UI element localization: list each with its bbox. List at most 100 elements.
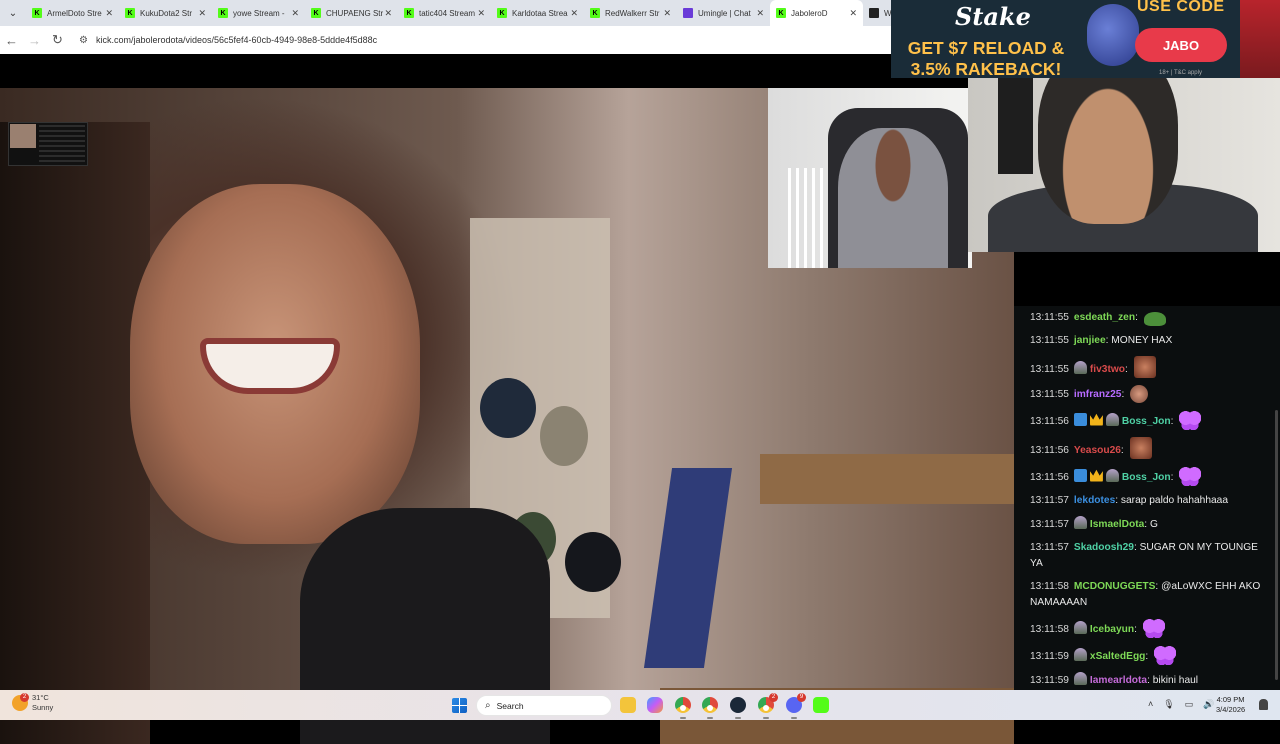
taskbar-clock[interactable]: 4:09 PM 3/4/2026: [1216, 695, 1245, 715]
chat-username[interactable]: IsmaelDota: [1090, 519, 1144, 530]
chrome-icon[interactable]: [702, 697, 718, 713]
back-icon[interactable]: ←: [0, 33, 23, 48]
chat-timestamp: 13:11:56: [1030, 471, 1069, 483]
chat-username[interactable]: MCDONUGGETS: [1074, 581, 1156, 592]
close-tab-icon[interactable]: ✕: [477, 8, 485, 19]
tab-title: KukuDota2 Str: [140, 8, 193, 18]
volume-icon[interactable]: 🔊: [1203, 699, 1214, 710]
kick-icon: K: [311, 8, 321, 18]
chat-separator: :: [1125, 363, 1131, 375]
kick-icon: K: [32, 8, 42, 18]
file-explorer-icon[interactable]: [620, 697, 636, 713]
close-tab-icon[interactable]: ✕: [663, 8, 671, 19]
site-info-icon[interactable]: ⚙: [79, 35, 88, 46]
chat-separator: :: [1120, 444, 1127, 456]
microphone-icon[interactable]: 🎙: [1163, 699, 1174, 710]
chat-username[interactable]: imfranz25: [1074, 389, 1122, 400]
bfly-emote-icon: [1179, 465, 1202, 486]
chat-username[interactable]: lekdotes: [1074, 495, 1115, 506]
face-e-emote-icon: [1129, 436, 1152, 459]
browser-tab[interactable]: Umingle | Chat ✕: [677, 0, 770, 26]
chat-timestamp: 13:11:58: [1030, 623, 1069, 635]
umingle-icon: [683, 8, 693, 18]
ad-use-code-label: USE CODE: [1137, 0, 1225, 15]
close-tab-icon[interactable]: ✕: [849, 8, 857, 19]
ad-fine-print: 18+ | T&C apply: [1159, 70, 1202, 76]
chat-timestamp: 13:11:57: [1030, 541, 1069, 553]
browser-tab[interactable]: K Karldotaa Strea ✕: [491, 0, 584, 26]
chrome-icon[interactable]: [675, 697, 691, 713]
sub-badge-icon: [1073, 360, 1087, 374]
browser-tab[interactable]: Ktatic404 Stream ✕: [398, 0, 491, 26]
sun-icon: 2: [12, 693, 29, 711]
chat-username[interactable]: janjiee: [1074, 335, 1106, 346]
ad-promo: GET $7 RELOAD & 3.5% RAKEBACK!: [891, 38, 1081, 78]
discord-icon[interactable]: 9: [786, 693, 806, 713]
notification-bell-icon[interactable]: [1259, 699, 1268, 710]
weather-widget[interactable]: 2 31°C Sunny: [12, 693, 53, 713]
baby-gate: [788, 168, 828, 268]
browser-tab[interactable]: K KukuDota2 Str ✕: [119, 0, 212, 26]
chat-timestamp: 13:11:59: [1030, 650, 1069, 662]
preview-chat: [39, 125, 85, 163]
system-tray: ˄ 🎙 ▭ 🔊: [1148, 699, 1214, 710]
wall-hat: [480, 378, 536, 438]
chat-message: 13:11:59 xSaltedEgg:: [1030, 641, 1270, 668]
chat-timestamp: 13:11:55: [1030, 311, 1069, 323]
chat-message: 13:11:55 imfranz25:: [1030, 381, 1270, 406]
browser-tab[interactable]: K RedWalkerr Str ✕: [584, 0, 677, 26]
close-tab-icon[interactable]: ✕: [384, 8, 392, 19]
network-icon[interactable]: ▭: [1185, 699, 1194, 710]
chat-username[interactable]: Iamearldota: [1090, 675, 1147, 686]
ad-promo-line-2: 3.5% RAKEBACK!: [910, 59, 1062, 78]
chat-text: MONEY HAX: [1111, 334, 1173, 346]
kick-app-icon[interactable]: [813, 697, 829, 713]
chevron-up-icon[interactable]: ˄: [1148, 699, 1153, 710]
chrome-icon[interactable]: 2: [758, 693, 778, 713]
ad-code-button[interactable]: JABO: [1135, 28, 1227, 62]
cat-emote-icon: [1130, 384, 1149, 403]
close-tab-icon[interactable]: ✕: [570, 8, 578, 19]
chat-username[interactable]: Yeasou26: [1074, 445, 1121, 456]
chat-username[interactable]: xSaltedEgg: [1090, 651, 1145, 662]
chat-username[interactable]: Icebayun: [1090, 624, 1134, 635]
tab-title: yowe Stream -: [233, 8, 285, 18]
chat-username[interactable]: Skadoosh29: [1074, 542, 1134, 553]
windows-start-icon[interactable]: [452, 698, 467, 713]
running-indicator: [763, 717, 769, 719]
browser-tab[interactable]: K ArmelDoto Stre ✕: [26, 0, 119, 26]
browser-tab[interactable]: Kyowe Stream - ✕: [212, 0, 305, 26]
chat-message: 13:11:56 Boss_Jon:: [1030, 406, 1270, 433]
bfly-emote-icon: [1142, 617, 1165, 638]
url-field[interactable]: ⚙ kick.com/jabolerodota/videos/56c5fef4-…: [79, 35, 377, 46]
tab-title: tatic404 Stream: [419, 8, 476, 18]
chat-username[interactable]: Boss_Jon: [1122, 416, 1171, 427]
bfly-emote-icon: [1154, 644, 1177, 665]
ad-decoration: [1240, 0, 1280, 78]
taskbar-search[interactable]: ⌕ Search: [476, 695, 612, 716]
chat-message: 13:11:58 Icebayun:: [1030, 614, 1270, 641]
app-icon: [869, 8, 879, 18]
stake-ad-banner[interactable]: Stake GET $7 RELOAD & 3.5% RAKEBACK! USE…: [891, 0, 1280, 78]
chat-username[interactable]: Boss_Jon: [1122, 472, 1171, 483]
url-text[interactable]: kick.com/jabolerodota/videos/56c5fef4-60…: [96, 35, 377, 45]
chat-scrollbar[interactable]: [1275, 410, 1278, 680]
chat-message-list: 13:11:55 esdeath_zen: 13:11:55 janjiee: MO…: [1030, 306, 1270, 690]
browser-tab[interactable]: K JaboleroD ✕: [770, 0, 863, 26]
chat-message: 13:11:58 MCDONUGGETS: @aLoWXC EHH AKO NAM…: [1030, 575, 1270, 614]
browser-tab[interactable]: K CHUPAENG Str ✕: [305, 0, 398, 26]
steam-icon[interactable]: [730, 697, 746, 713]
close-tab-icon[interactable]: ✕: [756, 8, 764, 19]
discord-badge: 9: [797, 693, 806, 702]
close-tab-icon[interactable]: ✕: [105, 8, 113, 19]
chat-username[interactable]: fiv3two: [1090, 364, 1125, 375]
copilot-icon[interactable]: [647, 697, 663, 713]
forward-icon[interactable]: →: [23, 33, 46, 48]
reload-icon[interactable]: ↻: [46, 32, 69, 48]
tab-search-dropdown-icon[interactable]: ⌄: [0, 0, 26, 26]
chat-panel[interactable]: 13:11:55 esdeath_zen: 13:11:55 janjiee: MO…: [1014, 306, 1280, 690]
chat-username[interactable]: esdeath_zen: [1074, 312, 1135, 323]
close-tab-icon[interactable]: ✕: [291, 8, 299, 19]
close-tab-icon[interactable]: ✕: [198, 8, 206, 19]
tab-title: RedWalkerr Str: [605, 8, 660, 18]
